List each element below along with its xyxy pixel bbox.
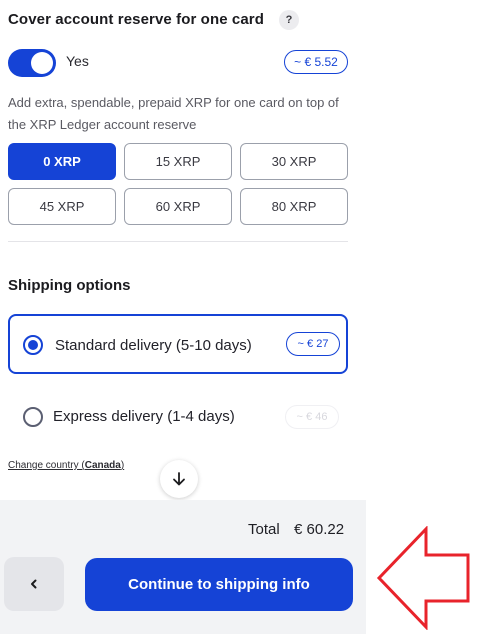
shipping-title: Shipping options <box>8 277 131 294</box>
reserve-price-badge: ~ € 5.52 <box>284 50 348 74</box>
help-icon[interactable]: ? <box>279 10 299 30</box>
radio-dot <box>28 340 38 350</box>
xrp-option-45[interactable]: 45 XRP <box>8 188 116 225</box>
section-divider <box>8 241 348 242</box>
shipping-option-label: Express delivery (1-4 days) <box>53 408 235 425</box>
xrp-option-15[interactable]: 15 XRP <box>124 143 232 180</box>
change-country-link[interactable]: Change country (Canada) <box>8 460 124 471</box>
back-button[interactable] <box>4 557 64 611</box>
country-name: Canada <box>84 460 121 471</box>
toggle-label: Yes <box>66 53 89 69</box>
chevron-left-icon <box>31 579 37 589</box>
change-country-suffix: ) <box>120 460 125 471</box>
reserve-toggle[interactable] <box>8 49 56 77</box>
reserve-title: Cover account reserve for one card <box>8 11 264 28</box>
red-arrow-left-icon <box>376 526 470 630</box>
arrow-down-icon <box>173 472 185 486</box>
checkout-footer: Total € 60.22 Continue to shipping info <box>0 500 366 634</box>
continue-to-shipping-button[interactable]: Continue to shipping info <box>85 558 353 611</box>
radio-selected[interactable] <box>23 335 43 355</box>
xrp-option-80[interactable]: 80 XRP <box>240 188 348 225</box>
xrp-option-30[interactable]: 30 XRP <box>240 143 348 180</box>
total-value: € 60.22 <box>294 521 345 538</box>
change-country-prefix: Change country ( <box>8 460 85 471</box>
shipping-option-express[interactable]: Express delivery (1-4 days) ~ € 46 <box>8 387 348 447</box>
shipping-option-label: Standard delivery (5-10 days) <box>55 337 252 354</box>
total-label: Total <box>248 521 280 538</box>
shipping-price-badge: ~ € 46 <box>285 405 339 429</box>
shipping-option-standard[interactable]: Standard delivery (5-10 days) ~ € 27 <box>8 314 348 374</box>
scroll-down-button[interactable] <box>160 460 198 498</box>
shipping-price-badge: ~ € 27 <box>286 332 340 356</box>
radio-unselected[interactable] <box>23 407 43 427</box>
toggle-knob <box>31 52 53 74</box>
reserve-description: Add extra, spendable, prepaid XRP for on… <box>8 95 339 132</box>
xrp-option-60[interactable]: 60 XRP <box>124 188 232 225</box>
xrp-amount-options: 0 XRP 15 XRP 30 XRP 45 XRP 60 XRP 80 XRP <box>8 143 348 225</box>
xrp-option-0[interactable]: 0 XRP <box>8 143 116 180</box>
